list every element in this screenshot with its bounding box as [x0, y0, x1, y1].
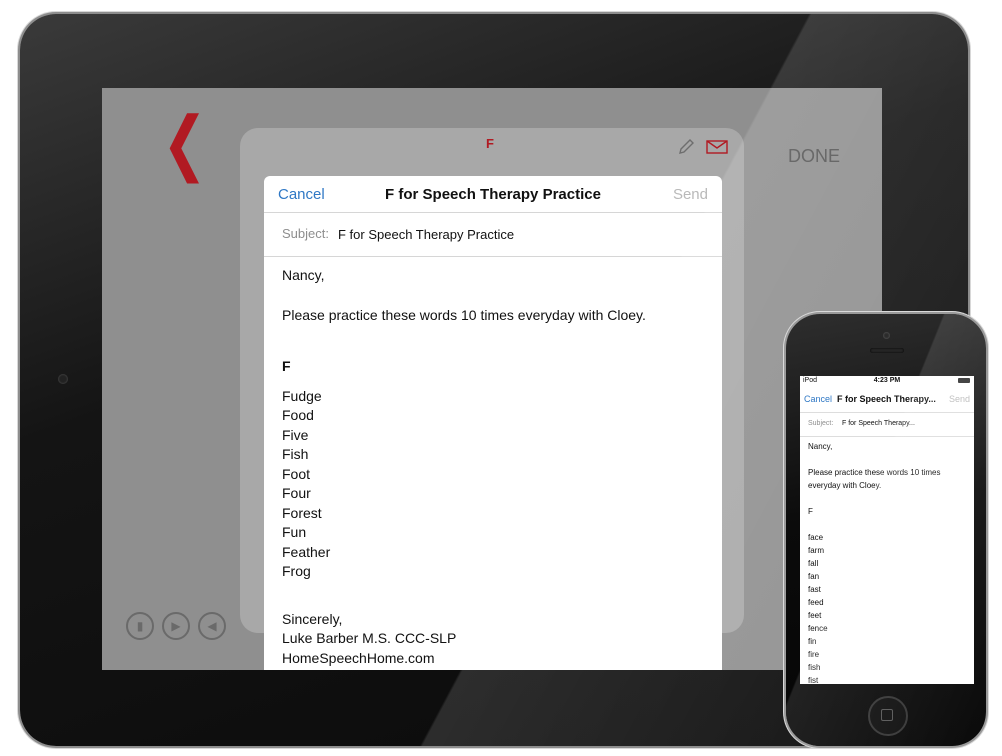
- send-button[interactable]: Send: [949, 394, 970, 404]
- list-item: fan: [808, 572, 820, 581]
- envelope-icon[interactable]: [706, 140, 728, 154]
- battery-icon: [958, 378, 970, 383]
- list-item: feet: [808, 611, 822, 620]
- list-item: face: [808, 533, 824, 542]
- greeting: Nancy,: [282, 267, 325, 283]
- message-line: Please practice these words 10 times eve…: [282, 306, 646, 323]
- list-item: Foot: [282, 465, 311, 482]
- subject-input[interactable]: F for Speech Therapy...: [842, 420, 915, 427]
- status-bar: iPod 4:23 PM: [800, 376, 974, 386]
- compose-title: F for Speech Therapy...: [837, 394, 936, 404]
- list-item: fast: [808, 585, 821, 594]
- list-item: fire: [808, 650, 820, 659]
- compose-navbar: F for Speech Therapy Practice Cancel Sen…: [264, 176, 722, 213]
- subject-label: Subject:: [282, 226, 329, 241]
- word-list: face farm fall fan fast feed feet fence …: [808, 531, 968, 684]
- back-chevron-icon[interactable]: ❮: [162, 107, 207, 178]
- cancel-button[interactable]: Cancel: [278, 186, 325, 203]
- list-item: Forest: [282, 504, 322, 521]
- home-button[interactable]: [868, 696, 908, 736]
- status-time: 4:23 PM: [873, 377, 901, 384]
- closing: Sincerely,: [282, 610, 343, 627]
- greeting: Nancy,: [808, 442, 833, 451]
- ipad-screen: ❮ DONE F ▮ ▶ ◀ F for Speech Therapy Prac…: [102, 88, 882, 670]
- list-item: fall: [808, 559, 819, 568]
- done-button[interactable]: DONE: [788, 146, 840, 167]
- mail-compose-sheet: F for Speech Therapy Practice Cancel Sen…: [264, 176, 722, 670]
- message-body[interactable]: Nancy, Please practice these words 10 ti…: [808, 440, 968, 684]
- list-item: fish: [808, 663, 821, 672]
- list-item: Frog: [282, 563, 311, 579]
- list-item: Five: [282, 426, 309, 443]
- subject-input[interactable]: F for Speech Therapy Practice: [338, 227, 514, 242]
- ipad-camera: [58, 374, 68, 384]
- list-item: Food: [282, 407, 314, 423]
- cancel-button[interactable]: Cancel: [804, 394, 832, 404]
- list-item: fin: [808, 637, 817, 646]
- list-item: Fudge: [282, 387, 322, 404]
- iphone-device: iPod 4:23 PM Cancel F for Speech Therapy…: [786, 314, 986, 746]
- speaker-icon[interactable]: ◀: [198, 612, 226, 640]
- microphone-icon[interactable]: ▮: [126, 612, 154, 640]
- list-item: Fun: [282, 524, 307, 540]
- home-square-icon: [881, 709, 893, 721]
- word-list: Fudge Food Five Fish Foot Four Forest Fu…: [282, 387, 702, 582]
- list-item: Four: [282, 485, 311, 501]
- list-item: fist: [808, 676, 819, 684]
- send-button[interactable]: Send: [673, 186, 708, 203]
- list-item: fence: [808, 624, 828, 633]
- subject-field[interactable]: Subject: F for Speech Therapy...: [800, 413, 974, 437]
- signature: Luke Barber M.S. CCC-SLP: [282, 630, 457, 646]
- pencil-icon[interactable]: [677, 138, 695, 156]
- iphone-speaker: [870, 348, 904, 353]
- play-icon[interactable]: ▶: [162, 612, 190, 640]
- compose-navbar: Cancel F for Speech Therapy... Send: [800, 388, 974, 413]
- compose-title: F for Speech Therapy Practice: [385, 186, 601, 203]
- letter-heading: F: [282, 358, 291, 374]
- list-item: feed: [808, 598, 824, 607]
- list-item: farm: [808, 546, 824, 555]
- iphone-screen: iPod 4:23 PM Cancel F for Speech Therapy…: [800, 376, 974, 684]
- website: HomeSpeechHome.com: [282, 649, 435, 666]
- subject-label: Subject:: [808, 420, 834, 427]
- iphone-camera: [883, 332, 890, 339]
- letter-heading: F: [808, 507, 813, 516]
- subject-field[interactable]: Subject: F for Speech Therapy Practice: [264, 212, 722, 257]
- list-item: Feather: [282, 543, 331, 560]
- list-item: Fish: [282, 446, 309, 462]
- card-letter: F: [486, 136, 494, 151]
- message-line: Please practice these words 10 times eve…: [808, 468, 941, 490]
- message-body[interactable]: Nancy, Please practice these words 10 ti…: [282, 266, 702, 668]
